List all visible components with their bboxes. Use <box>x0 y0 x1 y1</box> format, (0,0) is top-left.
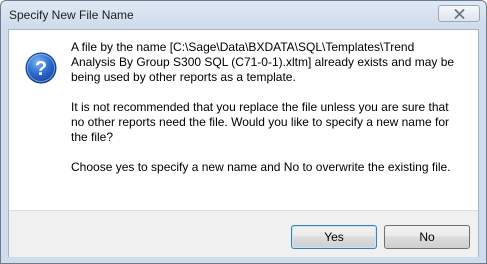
title-bar[interactable]: Specify New File Name <box>1 1 486 29</box>
no-button[interactable]: No <box>384 225 470 249</box>
button-bar: Yes No <box>9 210 478 257</box>
close-button[interactable] <box>438 5 480 22</box>
message-paragraph-3: Choose yes to specify a new name and No … <box>71 160 451 174</box>
message-paragraph-2: It is not recommended that you replace t… <box>71 100 449 144</box>
dialog-body: ? A file by the name [C:\Sage\Data\BXDAT… <box>8 29 479 257</box>
svg-text:?: ? <box>35 58 47 80</box>
message-paragraph-1: A file by the name [C:\Sage\Data\BXDATA\… <box>71 40 455 84</box>
dialog-window: Specify New File Name ? A file by the na… <box>0 0 487 264</box>
close-icon <box>454 8 464 19</box>
window-title: Specify New File Name <box>9 8 134 22</box>
message-area: ? A file by the name [C:\Sage\Data\BXDAT… <box>9 30 478 210</box>
yes-button[interactable]: Yes <box>291 225 377 249</box>
message-text: A file by the name [C:\Sage\Data\BXDATA\… <box>71 40 461 190</box>
question-icon: ? <box>25 52 57 84</box>
